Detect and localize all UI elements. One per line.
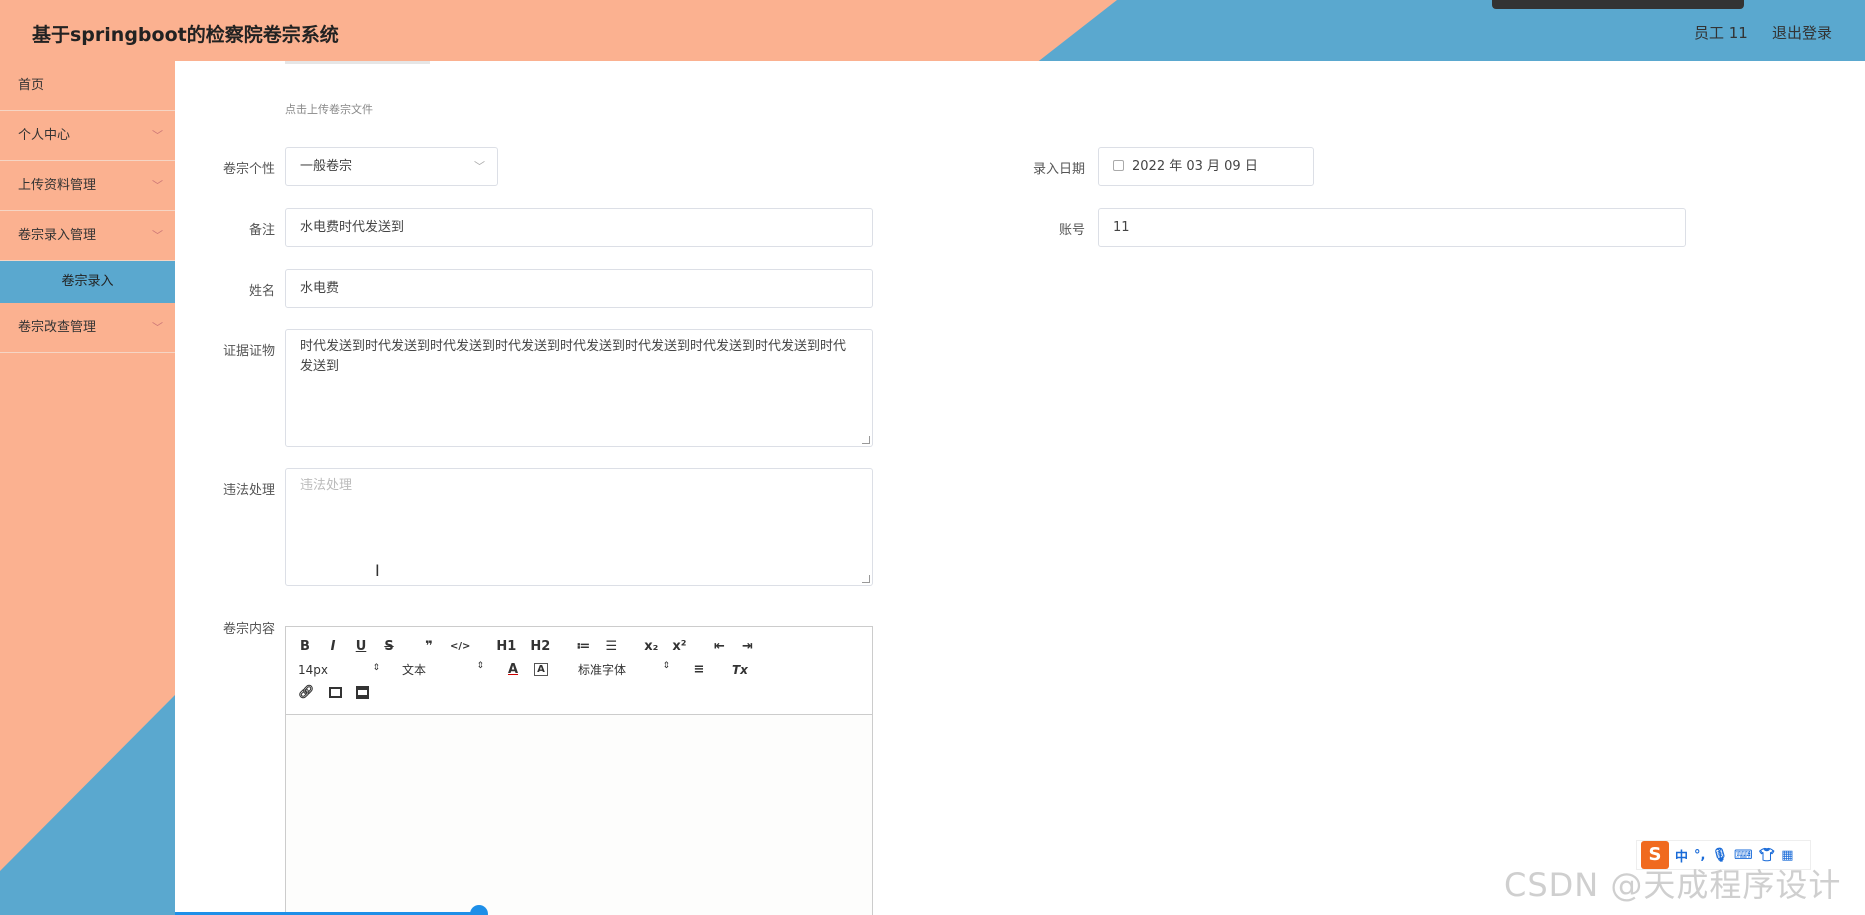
ordered-list-button[interactable]: ≔ <box>576 639 590 654</box>
underline-button[interactable]: U <box>354 639 368 654</box>
toolbar-row: 14px ⇕ 文本 ⇕ A A 标准字体 ⇕ ≡ Tx <box>298 658 860 681</box>
heading2-button[interactable]: H2 <box>530 639 550 654</box>
account-input[interactable]: 11 <box>1098 208 1686 247</box>
bg-color-button[interactable]: A <box>534 663 548 676</box>
evidence-label: 证据证物 <box>222 344 275 359</box>
toolbar-row: 🔗︎ <box>298 681 860 704</box>
bold-button[interactable]: B <box>298 639 312 654</box>
link-icon[interactable]: 🔗︎ <box>298 685 315 700</box>
personality-label: 卷宗个性 <box>222 162 275 177</box>
current-user-label: 员工 11 <box>1694 24 1748 42</box>
align-button[interactable]: ≡ <box>692 662 706 677</box>
evidence-textarea[interactable]: 时代发送到时代发送到时代发送到时代发送到时代发送到时代发送到时代发送到时代发送到… <box>285 329 873 447</box>
rich-text-editor: B I U S ❞ </> H1 H2 ≔ ☰ x₂ x² ⇤ ⇥ 14px ⇕ <box>285 626 873 915</box>
clear-format-button[interactable]: Tx <box>732 663 748 677</box>
sidebar: 首页 个人中心 ﹀ 上传资料管理 ﹀ 卷宗录入管理 ﹀ 卷宗录入 卷宗改查管理 … <box>0 61 175 915</box>
indent-button[interactable]: ⇥ <box>740 639 754 654</box>
content-label: 卷宗内容 <box>222 622 275 637</box>
chevron-down-icon: ﹀ <box>152 229 163 242</box>
sidebar-item-home[interactable]: 首页 <box>0 61 175 111</box>
calendar-icon <box>1113 160 1124 171</box>
updown-icon: ⇕ <box>662 661 670 671</box>
video-icon[interactable] <box>355 686 369 699</box>
violation-textarea[interactable]: 违法处理 <box>285 468 873 586</box>
text-cursor-icon: I <box>375 561 380 580</box>
updown-icon: ⇕ <box>476 661 484 671</box>
account-value: 11 <box>1113 220 1130 235</box>
date-value: 2022 年 03 月 09 日 <box>1132 159 1258 174</box>
image-icon[interactable] <box>328 687 342 698</box>
font-family-select[interactable]: 标准字体 ⇕ <box>578 661 670 678</box>
chevron-down-icon: ﹀ <box>152 129 163 142</box>
heading1-button[interactable]: H1 <box>496 639 516 654</box>
app-title: 基于springboot的检察院卷宗系统 <box>32 24 339 46</box>
personality-select-value: 一般卷宗 <box>300 159 353 174</box>
upload-tab-edge <box>285 61 430 64</box>
chevron-down-icon: ﹀ <box>152 321 163 334</box>
violation-label: 违法处理 <box>222 483 275 498</box>
watermark: CSDN @天成程序设计 <box>1504 866 1842 904</box>
strike-button[interactable]: S <box>382 639 396 654</box>
blockquote-button[interactable]: ❞ <box>422 639 436 654</box>
resize-handle[interactable] <box>862 575 870 583</box>
name-input[interactable]: 水电费 <box>285 269 873 308</box>
evidence-value: 时代发送到时代发送到时代发送到时代发送到时代发送到时代发送到时代发送到时代发送到… <box>300 339 847 374</box>
name-value: 水电费 <box>300 281 340 296</box>
superscript-button[interactable]: x² <box>672 639 686 654</box>
sidebar-subitem-dossier-entry[interactable]: 卷宗录入 <box>0 261 175 303</box>
block-type-value: 文本 <box>402 663 427 677</box>
editor-toolbar: B I U S ❞ </> H1 H2 ≔ ☰ x₂ x² ⇤ ⇥ 14px ⇕ <box>286 627 872 715</box>
chevron-down-icon: ﹀ <box>152 179 163 192</box>
remark-value: 水电费时代发送到 <box>300 220 405 235</box>
outdent-button[interactable]: ⇤ <box>712 639 726 654</box>
sidebar-blue-triangle <box>0 695 175 915</box>
chevron-down-icon: ﹀ <box>474 160 485 173</box>
sidebar-item-label: 卷宗录入管理 <box>18 228 97 243</box>
sidebar-item-label: 卷宗改查管理 <box>18 320 97 335</box>
font-color-button[interactable]: A <box>506 662 520 677</box>
name-label: 姓名 <box>248 284 275 299</box>
sidebar-item-dossier-edit-management[interactable]: 卷宗改查管理 ﹀ <box>0 303 175 353</box>
window-tab-strip <box>1492 0 1744 9</box>
updown-icon: ⇕ <box>372 662 380 673</box>
editor-content-area[interactable] <box>286 715 872 915</box>
font-size-value: 14px <box>298 662 328 677</box>
font-family-value: 标准字体 <box>578 663 627 677</box>
toolbar-row: B I U S ❞ </> H1 H2 ≔ ☰ x₂ x² ⇤ ⇥ <box>298 635 860 658</box>
top-header: 基于springboot的检察院卷宗系统 员工 11 退出登录 <box>0 0 1865 61</box>
sidebar-item-dossier-entry-management[interactable]: 卷宗录入管理 ﹀ <box>0 211 175 261</box>
code-block-button[interactable]: </> <box>450 641 470 652</box>
resize-handle[interactable] <box>862 436 870 444</box>
sidebar-item-label: 个人中心 <box>18 128 71 143</box>
sidebar-item-personal-center[interactable]: 个人中心 ﹀ <box>0 111 175 161</box>
block-type-select[interactable]: 文本 ⇕ <box>402 661 484 678</box>
subscript-button[interactable]: x₂ <box>644 639 658 654</box>
violation-placeholder: 违法处理 <box>300 478 353 493</box>
font-size-select[interactable]: 14px ⇕ <box>298 663 380 677</box>
date-picker[interactable]: 2022 年 03 月 09 日 <box>1098 147 1314 186</box>
remark-label: 备注 <box>248 223 275 238</box>
sidebar-item-label: 上传资料管理 <box>18 178 97 193</box>
sidebar-item-label: 首页 <box>18 78 45 93</box>
date-label: 录入日期 <box>1032 162 1085 177</box>
logout-link[interactable]: 退出登录 <box>1772 22 1832 43</box>
account-label: 账号 <box>1058 223 1085 238</box>
remark-input[interactable]: 水电费时代发送到 <box>285 208 873 247</box>
main-content: 点击上传卷宗文件 卷宗个性 一般卷宗 ﹀ 录入日期 2022 年 03 月 09… <box>175 61 1865 915</box>
personality-select[interactable]: 一般卷宗 ﹀ <box>285 147 498 186</box>
upload-hint[interactable]: 点击上传卷宗文件 <box>285 101 373 117</box>
sidebar-item-upload-management[interactable]: 上传资料管理 ﹀ <box>0 161 175 211</box>
bullet-list-button[interactable]: ☰ <box>604 639 618 654</box>
italic-button[interactable]: I <box>326 639 340 654</box>
